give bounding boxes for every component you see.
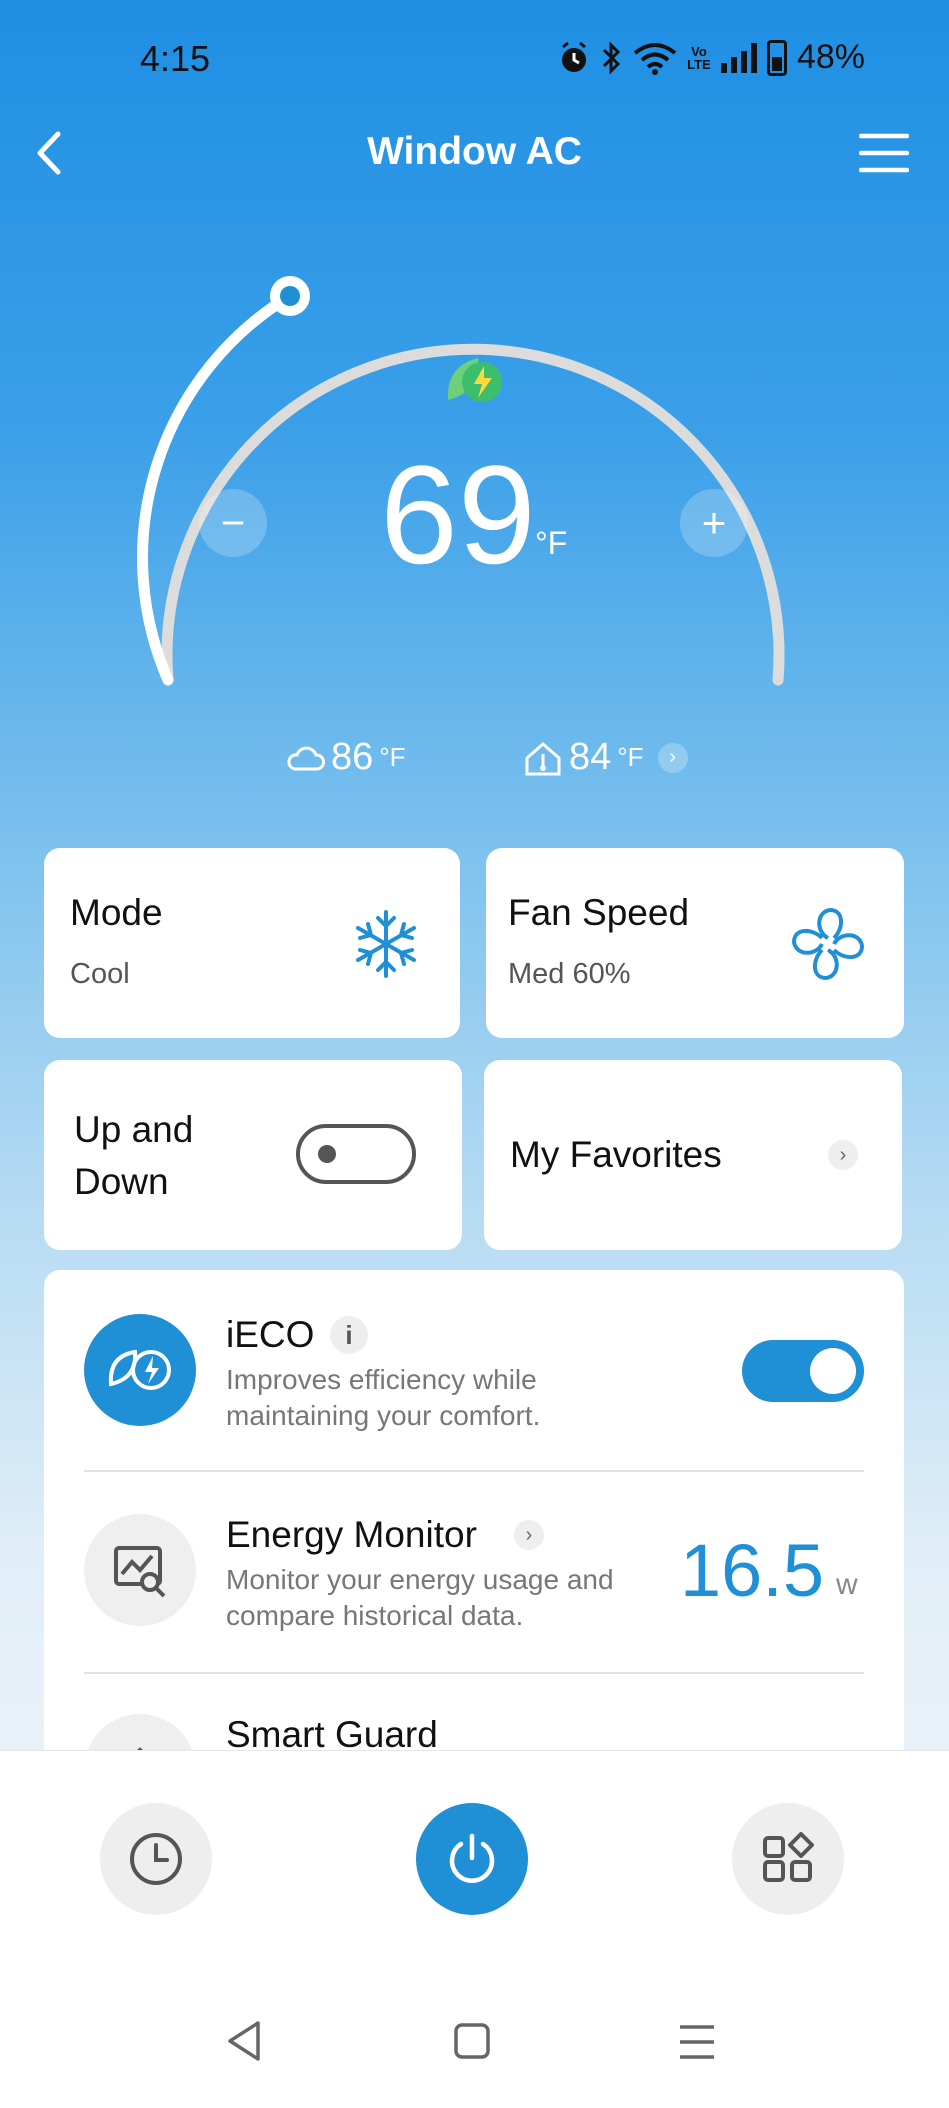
favorites-title: My Favorites xyxy=(510,1134,722,1175)
clock-icon xyxy=(130,1833,182,1885)
setpoint-temperature: 69 xyxy=(380,436,536,593)
energy-chart-icon xyxy=(84,1514,196,1626)
hamburger-menu-icon[interactable] xyxy=(859,132,909,174)
energy-title[interactable]: Energy Monitor xyxy=(226,1514,477,1556)
fan-speed-title: Fan Speed xyxy=(508,892,690,933)
mode-title: Mode xyxy=(70,892,163,933)
eco-leaf-icon xyxy=(84,1314,196,1426)
square-home-icon[interactable] xyxy=(452,2021,492,2061)
divider xyxy=(84,1672,864,1674)
battery-icon xyxy=(766,39,787,76)
power-button[interactable] xyxy=(416,1803,528,1915)
features-card: iECO i Improves efficiency while maintai… xyxy=(44,1270,904,1826)
favorites-card[interactable]: My Favorites › xyxy=(484,1060,902,1250)
bluetooth-icon xyxy=(602,40,621,75)
fan-speed-value: Med 60% xyxy=(508,958,631,990)
battery-percent: 48% xyxy=(796,38,865,76)
swing-card: Up and Down xyxy=(44,1060,462,1250)
wifi-icon xyxy=(633,42,677,75)
energy-description: Monitor your energy usage and compare hi… xyxy=(226,1564,614,1631)
info-icon[interactable]: i xyxy=(330,1316,368,1354)
triangle-back-icon[interactable] xyxy=(224,2019,264,2063)
timer-button[interactable] xyxy=(100,1803,212,1915)
fan-icon xyxy=(792,908,864,980)
volte-icon: Vo LTE xyxy=(687,43,711,72)
mode-card[interactable]: Mode Cool xyxy=(44,848,460,1038)
power-icon xyxy=(449,1833,495,1883)
energy-value: 16.5 xyxy=(680,1529,825,1612)
grid-icon xyxy=(763,1832,814,1882)
fan-speed-card[interactable]: Fan Speed Med 60% xyxy=(486,848,904,1038)
energy-unit: w xyxy=(836,1568,858,1601)
indoor-temperature[interactable]: 84 °F › xyxy=(523,736,688,779)
ieco-title: iECO xyxy=(226,1314,315,1355)
status-icons: Vo LTE 48% xyxy=(557,38,865,77)
swing-title: Up and Down xyxy=(74,1109,194,1202)
page-title: Window AC xyxy=(367,130,582,173)
chevron-right-icon[interactable]: › xyxy=(657,742,688,773)
cloud-icon xyxy=(287,746,325,770)
snowflake-icon xyxy=(356,910,416,978)
lines-recents-icon[interactable] xyxy=(676,2023,718,2061)
house-thermometer-icon xyxy=(525,741,561,775)
outdoor-temperature: 86 °F xyxy=(285,736,406,779)
increase-temp-button[interactable]: + xyxy=(680,489,748,557)
status-time: 4:15 xyxy=(140,38,211,79)
swing-toggle[interactable] xyxy=(296,1124,416,1184)
decrease-temp-button[interactable]: − xyxy=(199,489,267,557)
bottom-action-bar xyxy=(0,1750,949,2108)
ieco-description: Improves efficiency while maintaining yo… xyxy=(226,1364,541,1431)
signal-icon xyxy=(720,42,757,73)
chevron-right-icon: › xyxy=(828,1140,858,1170)
more-functions-button[interactable] xyxy=(732,1803,844,1915)
eco-leaf-bolt-icon xyxy=(447,358,502,402)
mode-value: Cool xyxy=(70,958,130,990)
chevron-right-icon[interactable]: › xyxy=(514,1520,544,1550)
ieco-toggle[interactable] xyxy=(742,1340,864,1402)
divider xyxy=(84,1470,864,1472)
alarm-icon xyxy=(561,41,586,72)
setpoint-unit: °F xyxy=(535,525,568,561)
